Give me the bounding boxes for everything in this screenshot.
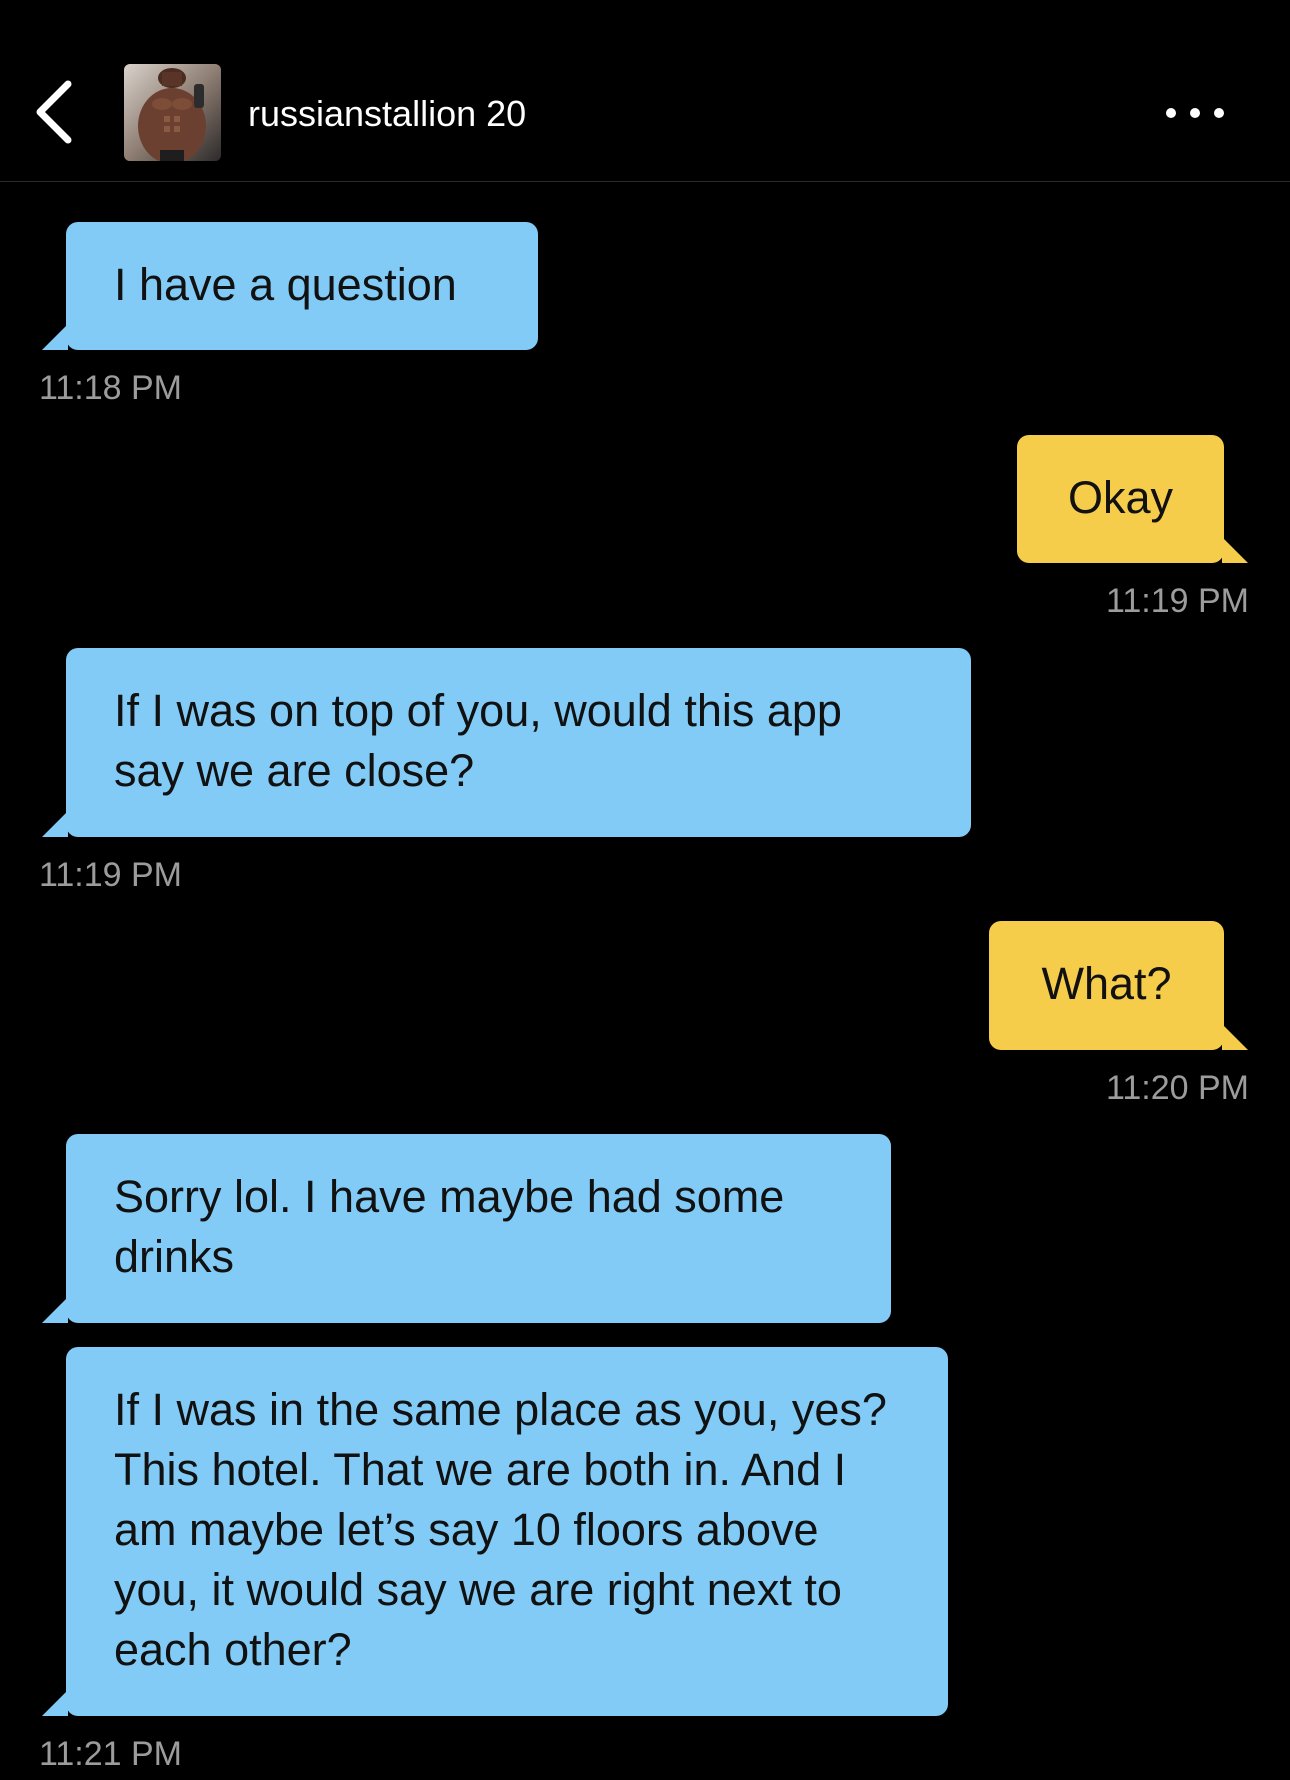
- back-button[interactable]: [30, 72, 90, 152]
- message-text: I have a question: [114, 259, 457, 310]
- message-text: If I was on top of you, would this app s…: [114, 685, 842, 796]
- chat-header: russianstallion 20: [0, 0, 1290, 182]
- message-timestamp: 11:19 PM: [39, 856, 183, 894]
- message-text: Sorry lol. I have maybe had some drinks: [114, 1171, 785, 1282]
- message-bubble[interactable]: If I was on top of you, would this app s…: [42, 648, 971, 837]
- message-bubble[interactable]: What?: [989, 921, 1248, 1050]
- message-incoming[interactable]: If I was on top of you, would this app s…: [42, 648, 971, 837]
- message-bubble[interactable]: I have a question: [42, 222, 538, 350]
- chat-username[interactable]: russianstallion 20: [248, 92, 526, 136]
- more-horizontal-icon: [1166, 108, 1224, 118]
- bubble-tail: [42, 811, 68, 837]
- message-timestamp: 11:21 PM: [39, 1735, 183, 1773]
- profile-photo: [124, 64, 221, 161]
- message-incoming[interactable]: Sorry lol. I have maybe had some drinks: [42, 1134, 891, 1323]
- message-timestamp: 11:18 PM: [39, 369, 183, 407]
- message-incoming[interactable]: I have a question: [42, 222, 538, 350]
- message-text: Okay: [1067, 472, 1174, 523]
- message-bubble[interactable]: Okay: [1017, 435, 1248, 563]
- message-timestamp: 11:20 PM: [1105, 1069, 1249, 1107]
- avatar[interactable]: [124, 64, 221, 161]
- bubble-tail: [42, 1297, 68, 1323]
- bubble-tail: [1222, 1024, 1248, 1050]
- message-bubble[interactable]: Sorry lol. I have maybe had some drinks: [42, 1134, 891, 1323]
- message-timestamp: 11:19 PM: [1105, 582, 1249, 620]
- message-outgoing[interactable]: Okay: [1017, 435, 1248, 563]
- bubble-tail: [42, 324, 68, 350]
- message-text: If I was in the same place as you, yes? …: [114, 1384, 887, 1675]
- bubble-tail: [42, 1690, 68, 1716]
- chevron-left-icon: [36, 80, 72, 144]
- message-text: What?: [1041, 958, 1172, 1009]
- message-bubble[interactable]: If I was in the same place as you, yes? …: [42, 1347, 948, 1716]
- message-incoming[interactable]: If I was in the same place as you, yes? …: [42, 1347, 948, 1716]
- message-outgoing[interactable]: What?: [989, 921, 1248, 1050]
- bubble-tail: [1222, 537, 1248, 563]
- more-options-button[interactable]: [1160, 96, 1230, 130]
